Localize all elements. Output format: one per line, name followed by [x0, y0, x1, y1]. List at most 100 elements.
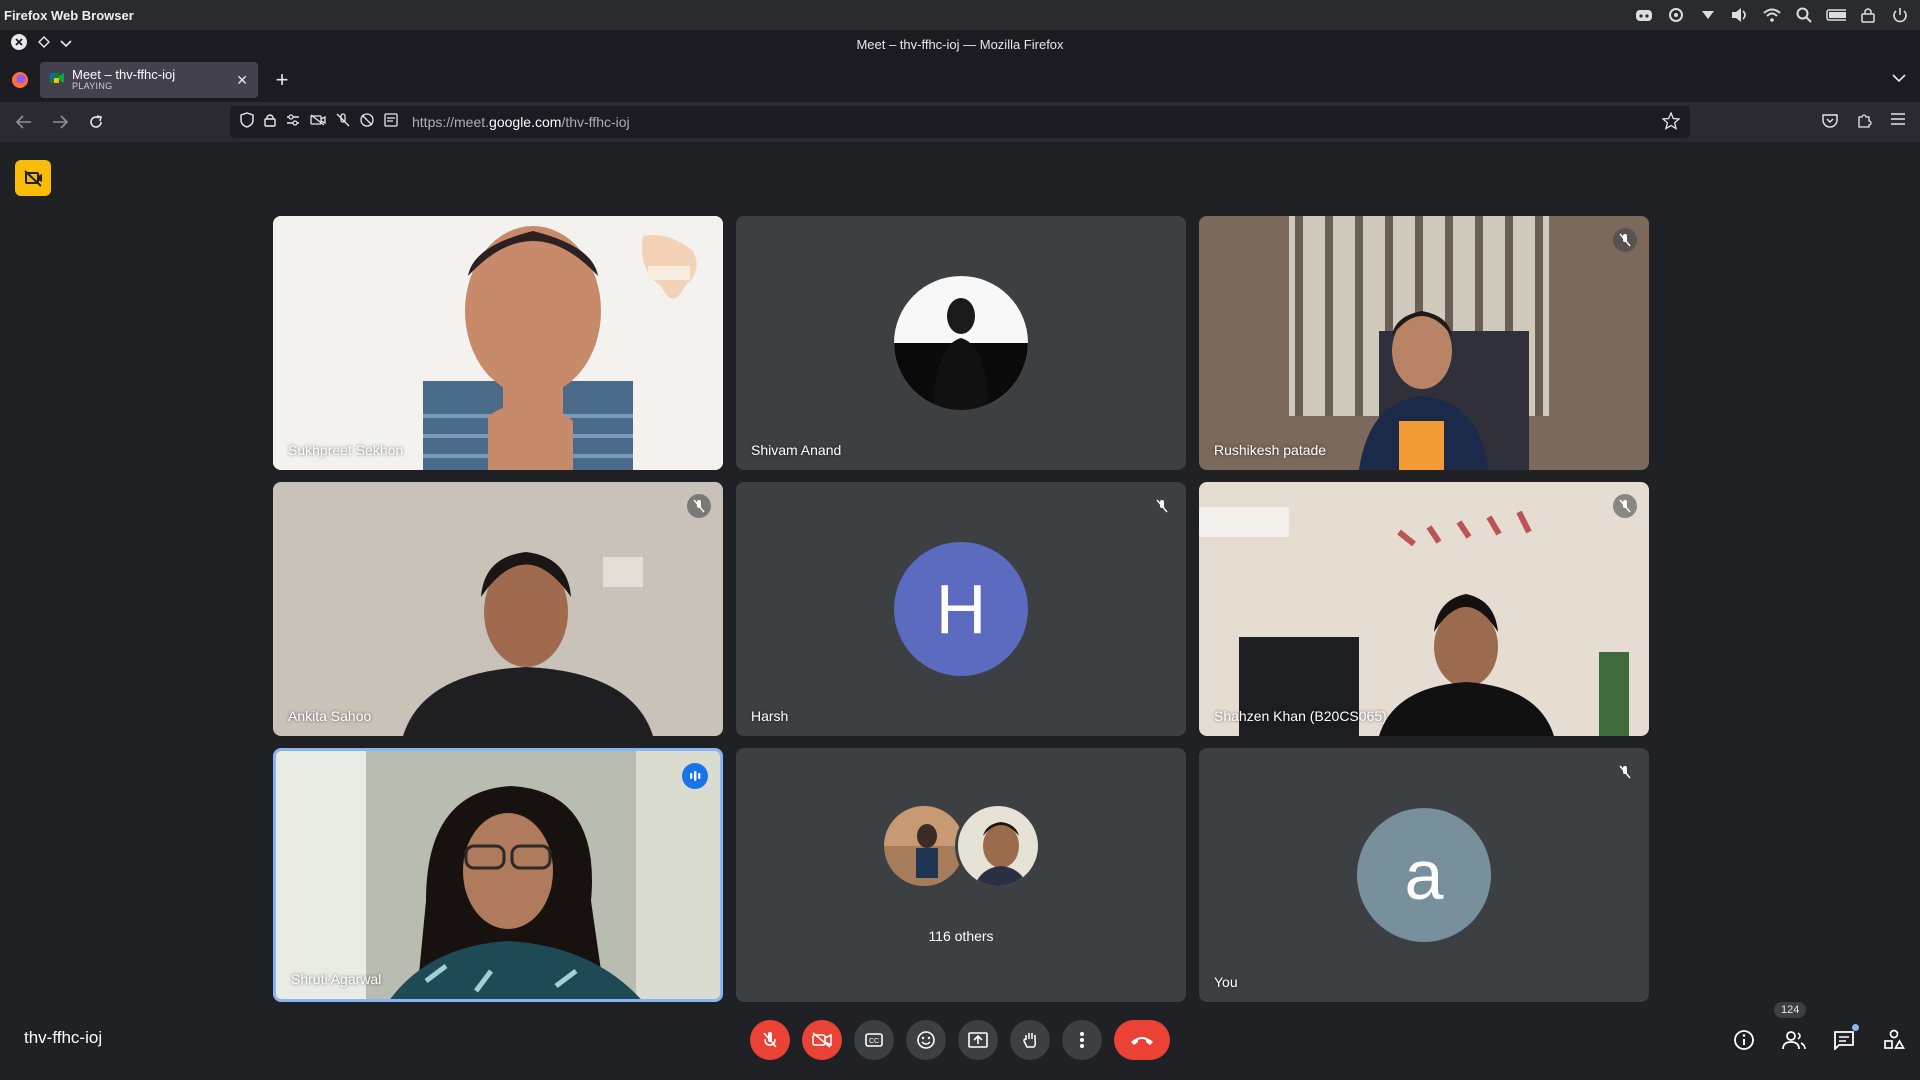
avatar: a	[1357, 808, 1491, 942]
participant-name: Shivam Anand	[751, 442, 842, 458]
microphone-blocked-icon[interactable]	[336, 112, 350, 132]
url-path: /thv-ffhc-ioj	[561, 114, 630, 130]
keep-above-icon[interactable]	[38, 35, 50, 53]
autoplay-blocked-icon[interactable]	[360, 112, 374, 132]
system-tray	[1634, 6, 1916, 24]
mic-off-icon[interactable]	[750, 1020, 790, 1060]
call-controls: CC	[750, 1020, 1170, 1060]
avatar	[955, 803, 1041, 889]
speaking-indicator-icon	[682, 763, 708, 789]
url-host: google.com	[489, 114, 562, 130]
svg-text:CC: CC	[869, 1038, 879, 1045]
reload-icon[interactable]	[86, 112, 106, 132]
participant-name: Shruti Agarwal	[291, 971, 382, 987]
participant-name: Rushikesh patade	[1214, 442, 1327, 458]
people-icon[interactable]: 124	[1774, 1002, 1807, 1052]
meeting-code: thv-ffhc-ioj	[24, 1028, 103, 1047]
video-feed	[273, 482, 723, 736]
volume-icon[interactable]	[1730, 6, 1750, 24]
participant-tile-rushikesh[interactable]: Rushikesh patade	[1199, 216, 1649, 470]
wifi-icon[interactable]	[1762, 6, 1782, 24]
present-icon[interactable]	[958, 1020, 998, 1060]
dropdown-icon[interactable]	[1698, 6, 1718, 24]
camera-off-icon[interactable]	[802, 1020, 842, 1060]
navigation-toolbar: https://meet.google.com/thv-ffhc-ioj	[0, 102, 1920, 142]
os-top-bar: Firefox Web Browser	[0, 0, 1920, 30]
hangup-icon[interactable]	[1114, 1020, 1170, 1060]
participant-name: Sukhpreet Sekhon	[288, 442, 404, 458]
extensions-icon[interactable]	[1856, 112, 1872, 133]
permissions-settings-icon[interactable]	[286, 113, 300, 131]
list-all-tabs-icon[interactable]	[1892, 70, 1906, 88]
tab-meet[interactable]: Meet – thv-ffhc-ioj PLAYING ✕	[40, 62, 258, 98]
battery-icon[interactable]	[1826, 6, 1846, 24]
browser-titlebar: Meet – thv-ffhc-ioj — Mozilla Firefox	[0, 30, 1920, 58]
video-feed	[276, 751, 720, 999]
url-bar[interactable]: https://meet.google.com/thv-ffhc-ioj	[230, 106, 1690, 138]
power-icon[interactable]	[1890, 6, 1910, 24]
side-panel-controls: 124	[1732, 1002, 1906, 1052]
os-app-title: Firefox Web Browser	[4, 7, 134, 23]
emoji-icon[interactable]	[906, 1020, 946, 1060]
new-tab-button[interactable]: +	[264, 67, 300, 93]
others-tile[interactable]: 116 others	[736, 748, 1186, 1002]
mic-muted-icon	[1613, 494, 1637, 518]
meet-content: Sukhpreet Sekhon Shivam Anand Rushikesh …	[0, 142, 1920, 1080]
avatar	[894, 276, 1028, 410]
tab-strip: Meet – thv-ffhc-ioj PLAYING ✕ +	[0, 58, 1920, 102]
sync-icon[interactable]	[1666, 6, 1686, 24]
participant-tile-harsh[interactable]: H Harsh	[736, 482, 1186, 736]
url-text[interactable]: https://meet.google.com/thv-ffhc-ioj	[412, 114, 630, 130]
tab-title: Meet – thv-ffhc-ioj	[72, 67, 176, 83]
forward-icon[interactable]	[50, 112, 70, 132]
participant-tile-shivam[interactable]: Shivam Anand	[736, 216, 1186, 470]
unread-dot	[1852, 1024, 1859, 1031]
participant-name: You	[1214, 974, 1238, 990]
participant-count-badge: 124	[1774, 1002, 1807, 1018]
tab-playing-label: PLAYING	[72, 81, 113, 92]
hamburger-menu-icon[interactable]	[1890, 112, 1906, 133]
raise-hand-icon[interactable]	[1010, 1020, 1050, 1060]
participant-tile-you[interactable]: a You	[1199, 748, 1649, 1002]
video-feed	[1199, 482, 1649, 736]
back-icon[interactable]	[14, 112, 34, 132]
participant-tile-shruti[interactable]: Shruti Agarwal	[273, 748, 723, 1002]
bookmark-star-icon[interactable]	[1661, 111, 1681, 135]
url-prefix: https://meet.	[412, 114, 490, 130]
captions-icon[interactable]: CC	[854, 1020, 894, 1060]
window-title: Meet – thv-ffhc-ioj — Mozilla Firefox	[856, 36, 1064, 52]
info-icon[interactable]	[1732, 1028, 1756, 1052]
others-avatars	[881, 803, 1041, 889]
others-count-label: 116 others	[928, 928, 994, 944]
avatar: H	[894, 542, 1028, 676]
site-lock-icon[interactable]	[264, 113, 276, 132]
chat-icon[interactable]	[1832, 1024, 1859, 1052]
pocket-icon[interactable]	[1822, 112, 1838, 133]
video-feed	[273, 216, 723, 470]
discord-icon[interactable]	[1634, 6, 1654, 24]
tab-close-icon[interactable]: ✕	[236, 72, 248, 89]
video-feed	[1199, 216, 1649, 470]
activities-icon[interactable]	[1882, 1028, 1906, 1052]
camera-blocked-icon[interactable]	[310, 113, 326, 131]
lock-icon[interactable]	[1858, 6, 1878, 24]
mic-muted-icon	[1613, 228, 1637, 252]
participant-tile-ankita[interactable]: Ankita Sahoo	[273, 482, 723, 736]
mic-muted-icon	[1150, 494, 1174, 518]
reader-view-icon[interactable]	[384, 112, 398, 132]
mic-muted-icon	[687, 494, 711, 518]
mic-muted-icon	[1613, 760, 1637, 784]
meet-favicon-icon	[50, 71, 64, 89]
recording-indicator-icon[interactable]	[15, 160, 51, 196]
participant-tile-sukhpreet[interactable]: Sukhpreet Sekhon	[273, 216, 723, 470]
participant-name: Harsh	[751, 708, 789, 724]
firefox-logo-icon	[0, 71, 40, 89]
close-window-icon[interactable]	[10, 33, 28, 56]
participant-name: Shahzen Khan (B20CS065)	[1214, 708, 1387, 724]
window-menu-chevron-icon[interactable]	[60, 35, 72, 53]
participant-tile-shahzen[interactable]: Shahzen Khan (B20CS065)	[1199, 482, 1649, 736]
more-options-icon[interactable]	[1062, 1020, 1102, 1060]
tracking-protection-shield-icon[interactable]	[240, 111, 254, 133]
participant-name: Ankita Sahoo	[288, 708, 372, 724]
search-icon[interactable]	[1794, 6, 1814, 24]
